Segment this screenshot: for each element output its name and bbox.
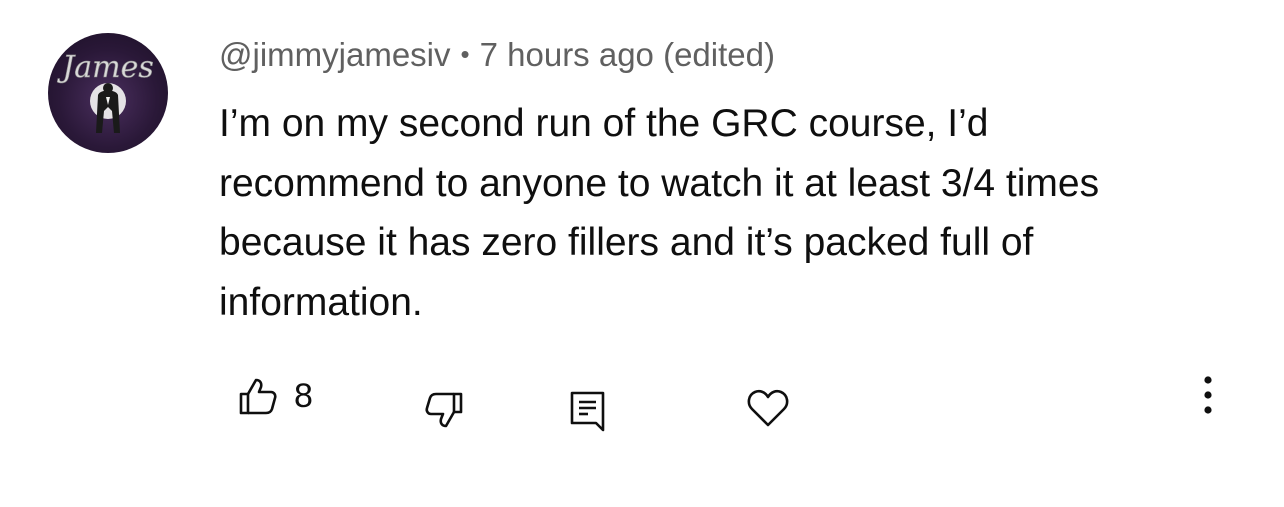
more-vertical-icon [1204, 376, 1212, 414]
reply-button[interactable] [570, 390, 606, 432]
comment-thread: James @jimmyjamesiv • 7 hours ago (edited)… [0, 0, 1284, 507]
comment-actions: 8 [0, 0, 1284, 507]
thumbs-up-icon [239, 378, 277, 415]
dislike-button[interactable] [424, 390, 464, 430]
like-count: 8 [294, 377, 313, 415]
heart-button[interactable] [746, 386, 790, 430]
reply-comment-icon [570, 391, 605, 432]
like-button[interactable] [238, 376, 278, 416]
thumbs-down-icon [425, 392, 463, 428]
more-options-button[interactable] [1196, 374, 1220, 418]
heart-icon [747, 389, 789, 427]
